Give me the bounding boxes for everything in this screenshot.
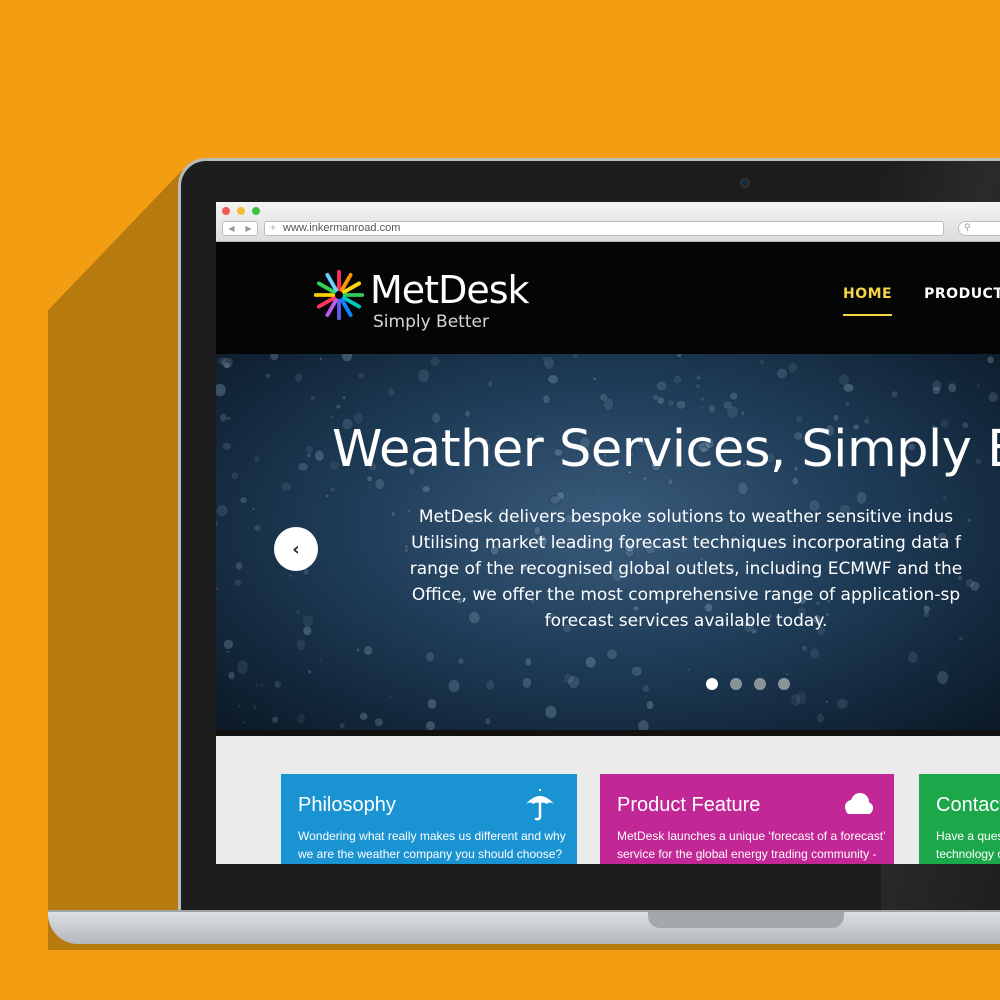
back-arrow-icon[interactable]: ◀ xyxy=(228,224,234,233)
hero-line: Office, we offer the most comprehensive … xyxy=(411,585,961,605)
maximize-window-icon[interactable] xyxy=(252,207,260,215)
feature-card-product[interactable]: Product Feature MetDesk launches a uniqu… xyxy=(600,774,894,864)
logo-burst-icon xyxy=(313,269,365,321)
feature-card-contact[interactable]: Contact Have a quest technology or xyxy=(919,774,1000,864)
hero-line: Utilising market leading forecast techni… xyxy=(411,533,961,553)
nav-home[interactable]: HOME xyxy=(843,286,893,316)
card-body-line: service for the global energy trading co… xyxy=(617,847,877,861)
card-body-line: we are the weather company you should ch… xyxy=(298,847,563,861)
address-bar[interactable]: + www.inkermanroad.com xyxy=(264,221,944,236)
slide-dot-4[interactable] xyxy=(778,678,790,690)
umbrella-icon xyxy=(526,789,554,821)
search-icon: ⚲ xyxy=(964,223,971,233)
card-body: MetDesk launches a unique ‘forecast of a… xyxy=(617,827,894,863)
hero-slider: Weather Services, Simply B MetDesk deliv… xyxy=(216,354,1000,730)
slide-dot-3[interactable] xyxy=(754,678,766,690)
close-window-icon[interactable] xyxy=(222,207,230,215)
laptop-notch xyxy=(648,912,844,928)
feature-card-philosophy[interactable]: Philosophy Wondering what really makes u… xyxy=(281,774,577,864)
site-header: MetDesk Simply Better HOME PRODUCTS xyxy=(216,242,1000,354)
logo-name[interactable]: MetDesk xyxy=(370,268,530,312)
url-text: www.inkermanroad.com xyxy=(283,222,401,234)
hero-line: MetDesk delivers bespoke solutions to we… xyxy=(418,507,954,527)
hero-description: MetDesk delivers bespoke solutions to we… xyxy=(406,504,966,634)
card-body-line: Have a quest xyxy=(936,829,1000,843)
chevron-left-icon: ‹ xyxy=(292,538,300,560)
slide-dot-1[interactable] xyxy=(706,678,718,690)
card-body-line: Wondering what really makes us different… xyxy=(298,829,566,843)
webcam-icon xyxy=(740,178,750,188)
card-title: Contact xyxy=(936,794,1000,816)
card-body-line: technology or xyxy=(936,847,1000,861)
browser-window: ◀ ▶ + www.inkermanroad.com ⚲ MetDesk Sim… xyxy=(216,202,1000,864)
hero-title: Weather Services, Simply B xyxy=(332,420,1000,479)
minimize-window-icon[interactable] xyxy=(237,207,245,215)
nav-products[interactable]: PRODUCTS xyxy=(924,286,1000,302)
card-body: Have a quest technology or xyxy=(936,827,1000,863)
back-forward-buttons[interactable]: ◀ ▶ xyxy=(222,221,258,236)
slider-prev-button[interactable]: ‹ xyxy=(274,527,318,571)
features-section: Philosophy Wondering what really makes u… xyxy=(216,736,1000,864)
hero-line: forecast services available today. xyxy=(544,611,828,631)
hero-line: range of the recognised global outlets, … xyxy=(409,559,963,579)
card-body: Wondering what really makes us different… xyxy=(298,827,577,863)
forward-arrow-icon[interactable]: ▶ xyxy=(245,224,251,233)
laptop-base xyxy=(48,912,1000,944)
slider-pagination xyxy=(706,678,790,690)
slide-dot-2[interactable] xyxy=(730,678,742,690)
browser-toolbar: ◀ ▶ + www.inkermanroad.com ⚲ xyxy=(216,202,1000,242)
cloud-icon xyxy=(845,793,873,814)
card-body-line: MetDesk launches a unique ‘forecast of a… xyxy=(617,829,886,843)
logo-tagline: Simply Better xyxy=(373,312,489,332)
add-icon: + xyxy=(270,223,276,234)
browser-search-field[interactable]: ⚲ xyxy=(958,221,1000,236)
main-nav: HOME PRODUCTS xyxy=(843,286,1000,316)
